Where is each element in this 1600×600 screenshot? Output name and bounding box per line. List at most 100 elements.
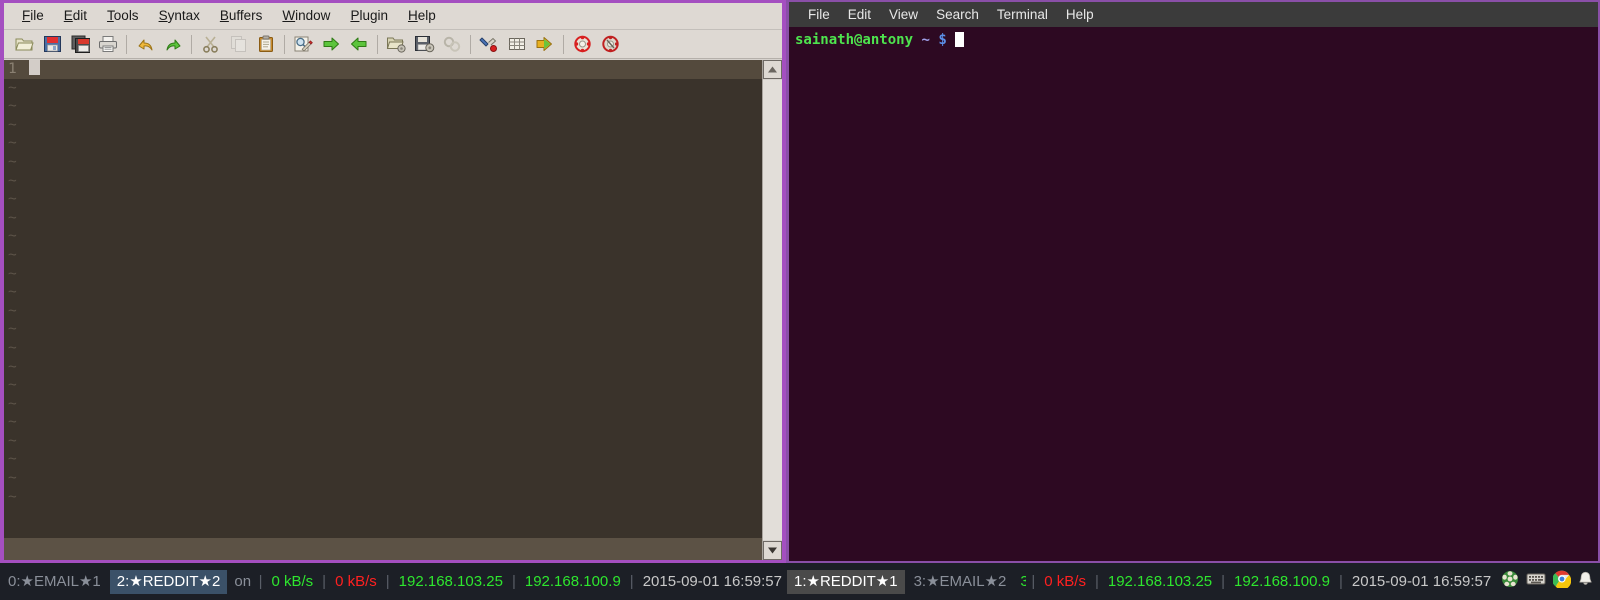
workspace-button-2-reddit[interactable]: 2:★REDDIT★2 [109, 569, 228, 594]
gvim-empty-line-marker: ~ [8, 135, 17, 152]
clock-left[interactable]: 2015-09-01 16:59:57 [639, 573, 786, 590]
gvim-empty-line-marker: ~ [8, 321, 17, 338]
make-icon[interactable] [475, 32, 503, 57]
terminal-prompt-symbol: $ [938, 32, 947, 48]
gvim-empty-line-marker: ~ [8, 488, 17, 505]
scroll-down-icon[interactable] [763, 541, 782, 560]
tag-forward-icon[interactable] [317, 32, 345, 57]
toolbar-separator [187, 34, 196, 55]
keyboard-icon[interactable] [1526, 572, 1546, 591]
network-up-left[interactable]: 0 kB/s [267, 573, 317, 590]
gvim-line-1[interactable]: 1 [4, 60, 762, 79]
gvim-empty-line-marker: ~ [8, 358, 17, 375]
gvim-menu-tools[interactable]: Tools [97, 6, 149, 26]
workspace-button-1-reddit[interactable]: 1:★REDDIT★1 [787, 569, 905, 594]
chrome-icon[interactable] [1552, 570, 1572, 593]
ip-address-2-right[interactable]: 192.168.100.9 [1230, 573, 1334, 590]
gvim-empty-line-marker: ~ [8, 339, 17, 356]
gvim-menu-buffers[interactable]: Buffers [210, 6, 273, 26]
toolbar-separator [466, 34, 475, 55]
status-separator: | [629, 573, 634, 590]
status-separator: | [385, 573, 390, 590]
save-all-icon[interactable] [66, 32, 94, 57]
gvim-scrollbar-track[interactable] [763, 80, 782, 540]
gvim-menu-plugin[interactable]: Plugin [340, 6, 398, 26]
terminal-menu-search[interactable]: Search [927, 6, 988, 23]
next-error-icon[interactable] [531, 32, 559, 57]
gvim-empty-line-marker: ~ [8, 265, 17, 282]
scroll-up-icon[interactable] [763, 60, 782, 79]
workspace-button-0-email[interactable]: 0:★EMAIL★1 [1, 570, 108, 594]
gvim-statusline: [No Name] 0,0-1 All [4, 538, 762, 560]
ip-address-2-left[interactable]: 192.168.100.9 [521, 573, 625, 590]
find-help-icon[interactable] [596, 32, 624, 57]
gvim-empty-line-marker: ~ [8, 79, 17, 96]
status-bar-right: 1:★REDDIT★1 3:★EMAIL★2 3/s | 0 kB/s | 19… [786, 563, 1600, 600]
ip-address-1-right[interactable]: 192.168.103.25 [1104, 573, 1216, 590]
desktop: File Edit Tools Syntax Buffers Window Pl… [0, 0, 1600, 600]
terminal-menu-view[interactable]: View [880, 6, 927, 23]
build-tags-icon[interactable] [503, 32, 531, 57]
cut-icon[interactable] [196, 32, 224, 57]
status-separator: | [258, 573, 263, 590]
gvim-empty-line-marker: ~ [8, 172, 17, 189]
gvim-empty-line-marker: ~ [8, 98, 17, 115]
network-down-right[interactable]: 0 kB/s [1040, 573, 1090, 590]
save-icon[interactable] [38, 32, 66, 57]
gvim-menu-file[interactable]: File [12, 6, 54, 26]
terminal-prompt-line: sainath@antony ~ $ [795, 31, 1592, 50]
workspace-button-3-email[interactable]: 3:★EMAIL★2 [907, 570, 1014, 594]
gvim-empty-line-marker: ~ [8, 432, 17, 449]
status-separator: | [1338, 573, 1343, 590]
ip-address-1-left[interactable]: 192.168.103.25 [395, 573, 507, 590]
paste-icon[interactable] [252, 32, 280, 57]
gvim-empty-line-marker: ~ [8, 228, 17, 245]
gvim-window[interactable]: File Edit Tools Syntax Buffers Window Pl… [0, 0, 786, 563]
gvim-toolbar [4, 30, 782, 59]
clock-right[interactable]: 2015-09-01 16:59:57 [1348, 573, 1495, 590]
terminal-menu-help[interactable]: Help [1057, 6, 1103, 23]
terminal-window[interactable]: File Edit View Search Terminal Help sain… [786, 0, 1600, 563]
toolbar-separator [122, 34, 131, 55]
status-bar-left: 0:★EMAIL★1 2:★REDDIT★2 on | 0 kB/s | 0 k… [0, 563, 786, 600]
gvim-empty-lines: ~ ~ ~ ~ ~ ~ ~ ~ ~ ~ ~ ~ ~ ~ ~ ~ ~ ~ ~ ~ ~ ~ ~ [4, 79, 762, 507]
terminal-menu-edit[interactable]: Edit [839, 6, 880, 23]
status-separator: | [1031, 573, 1036, 590]
gvim-menu-edit[interactable]: Edit [54, 6, 97, 26]
gvim-empty-line-marker: ~ [8, 116, 17, 133]
status-bar: 0:★EMAIL★1 2:★REDDIT★2 on | 0 kB/s | 0 k… [0, 563, 1600, 600]
gvim-editor-area[interactable]: 1 ~~~~~~~~~~~~~~~~~~~~~~~ [No Name] 0,0-… [4, 60, 782, 560]
gvim-empty-line-marker: ~ [8, 153, 17, 170]
gvim-empty-line-marker: ~ [8, 191, 17, 208]
open-folder-icon[interactable] [10, 32, 38, 57]
copy-icon[interactable] [224, 32, 252, 57]
gvim-scrollbar[interactable] [762, 60, 782, 560]
terminal-menubar: File Edit View Search Terminal Help [789, 2, 1598, 27]
print-icon[interactable] [94, 32, 122, 57]
find-icon[interactable] [289, 32, 317, 57]
gvim-menu-help[interactable]: Help [398, 6, 446, 26]
gvim-empty-line-marker: ~ [8, 470, 17, 487]
dropbox-icon[interactable] [1501, 570, 1519, 593]
gvim-menu-syntax[interactable]: Syntax [149, 6, 210, 26]
system-tray [1495, 570, 1600, 593]
terminal-menu-terminal[interactable]: Terminal [988, 6, 1057, 23]
gvim-text-buffer[interactable]: 1 ~ ~ ~ ~ ~ ~ ~ ~ ~ ~ ~ ~ ~ ~ ~ ~ ~ ~ ~ ~ ~ ~ ~ [4, 60, 762, 538]
window-title-left: on [234, 573, 252, 590]
status-separator: | [1221, 573, 1226, 590]
tag-back-icon[interactable] [345, 32, 373, 57]
gvim-empty-line-marker: ~ [8, 414, 17, 431]
terminal-output[interactable]: sainath@antony ~ $ [789, 27, 1598, 561]
run-script-icon[interactable] [438, 32, 466, 57]
help-icon[interactable] [568, 32, 596, 57]
save-session-icon[interactable] [410, 32, 438, 57]
terminal-menu-file[interactable]: File [799, 6, 839, 23]
window-title-right: 3/s [1020, 573, 1027, 590]
redo-icon[interactable] [159, 32, 187, 57]
gvim-line-number: 1 [8, 61, 17, 77]
gvim-menu-window[interactable]: Window [272, 6, 340, 26]
bell-icon[interactable] [1578, 571, 1593, 592]
network-down-left[interactable]: 0 kB/s [331, 573, 381, 590]
undo-icon[interactable] [131, 32, 159, 57]
load-session-icon[interactable] [382, 32, 410, 57]
